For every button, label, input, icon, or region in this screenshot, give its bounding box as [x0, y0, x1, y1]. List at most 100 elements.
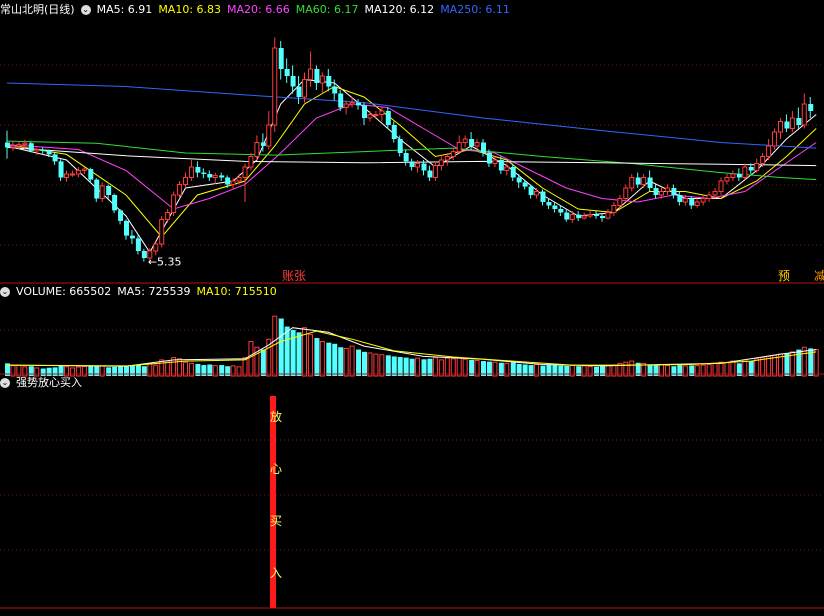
candle-body-down	[129, 235, 135, 239]
volume-bar-down	[576, 366, 582, 376]
candle-body-up	[450, 151, 456, 158]
ma-legend-item: MA60: 6.17	[295, 3, 359, 16]
volume-bar-down	[385, 355, 391, 376]
candle-body-down	[486, 153, 492, 164]
candle-body-up	[801, 103, 807, 126]
low-price-label: ←5.35	[148, 256, 182, 269]
chevron-down-icon[interactable]: ⌄	[0, 287, 10, 297]
signal-char: 入	[270, 566, 283, 580]
candle-body-down	[284, 69, 290, 76]
chevron-down-icon[interactable]: ⌄	[0, 378, 10, 388]
candle-body-up	[64, 173, 69, 178]
candle-body-down	[135, 238, 141, 251]
volume-bar-up	[248, 341, 254, 377]
volume-bar-down	[118, 366, 124, 376]
event-marker: 张	[294, 269, 306, 283]
candle-body-up	[438, 159, 444, 167]
candle-body-down	[528, 186, 534, 195]
volume-bar-up	[379, 354, 385, 377]
ma-line-ma250	[6, 82, 817, 149]
candle-body-down	[522, 182, 528, 187]
volume-bar-down	[671, 366, 677, 376]
volume-bar-down	[391, 356, 397, 376]
volume-bar-down	[356, 349, 362, 376]
candle-body-down	[40, 149, 46, 151]
candle-body-up	[16, 144, 22, 147]
candle-body-up	[69, 173, 75, 176]
candle-body-up	[81, 168, 87, 172]
volume-bar-down	[409, 358, 415, 376]
candle-body-down	[736, 174, 742, 178]
candle-body-down	[290, 76, 296, 87]
volume-bar-up	[450, 358, 456, 377]
candle-body-up	[10, 145, 16, 148]
candle-body-up	[302, 79, 307, 98]
volume-bar-up	[813, 349, 819, 377]
volume-bar-up	[343, 347, 349, 377]
candle-body-down	[427, 170, 433, 178]
candle-body-down	[385, 111, 391, 125]
candle-body-up	[462, 138, 468, 143]
volume-bar-down	[397, 357, 403, 376]
volume-ma10: MA10: 715510	[196, 285, 277, 298]
candle-body-up	[379, 110, 385, 115]
ma-legend-item: MA10: 6.83	[158, 3, 222, 16]
candle-body-up	[230, 180, 236, 185]
candle-body-down	[58, 161, 64, 178]
candle-body-down	[552, 205, 558, 209]
volume-ma5: MA5: 725539	[117, 285, 191, 298]
candle-body-up	[742, 166, 748, 178]
volume-bar-up	[462, 358, 468, 377]
candle-body-down	[576, 214, 582, 219]
volume-bar-up	[349, 345, 355, 377]
event-marker: 预	[778, 269, 790, 283]
candle-body-down	[326, 76, 332, 87]
candle-body-up	[242, 166, 248, 178]
volume-bar-down	[326, 342, 332, 376]
candle-body-down	[207, 174, 213, 178]
volume-bar-down	[112, 366, 118, 376]
candle-body-up	[349, 102, 355, 105]
candle-body-up	[605, 212, 611, 219]
volume-bar-down	[796, 349, 802, 376]
volume-panel-header: ⌄ VOLUME: 665502 MA5: 725539 MA10: 715510	[0, 284, 283, 300]
volume-bar-down	[600, 366, 605, 376]
candle-body-down	[225, 177, 231, 185]
chart-canvas: ←5.35 账张 预 减	[0, 37, 824, 609]
candle-body-up	[617, 198, 623, 206]
volume-bar-up	[766, 355, 772, 377]
candle-body-down	[647, 177, 653, 188]
chevron-down-icon[interactable]: ⌄	[80, 5, 91, 15]
candle-body-down	[540, 191, 546, 202]
candle-body-up	[504, 166, 510, 171]
candle-body-up	[712, 191, 718, 196]
volume-bar-down	[225, 366, 231, 376]
candle-body-down	[748, 167, 754, 171]
candle-body-up	[415, 163, 421, 168]
candle-body-down	[5, 142, 10, 148]
volume-bar-up	[415, 357, 421, 377]
grid-lines	[0, 64, 824, 551]
candle-body-up	[177, 184, 183, 196]
volume-bar-down	[314, 338, 320, 376]
candle-body-up	[236, 177, 242, 182]
candle-body-up	[22, 142, 28, 146]
candle-body-up	[682, 198, 688, 203]
volume-bar-down	[278, 318, 284, 376]
candle-body-down	[141, 251, 147, 258]
volume-bar-up	[587, 366, 593, 377]
volume-bar-up	[754, 358, 760, 377]
candle-body-up	[444, 156, 450, 161]
candle-body-up	[587, 214, 593, 217]
candle-body-down	[296, 86, 302, 97]
candle-body-down	[677, 195, 683, 202]
candle-body-down	[397, 139, 403, 153]
candle-body-down	[689, 198, 695, 206]
candle-body-up	[581, 215, 587, 219]
ma-legend-item: MA20: 6.66	[227, 3, 290, 16]
candle-body-down	[88, 169, 94, 180]
ma-legend-item: MA5: 6.91	[96, 3, 153, 16]
volume-bar-up	[319, 341, 325, 377]
candle-body-down	[106, 185, 112, 195]
candle-body-down	[784, 121, 790, 129]
